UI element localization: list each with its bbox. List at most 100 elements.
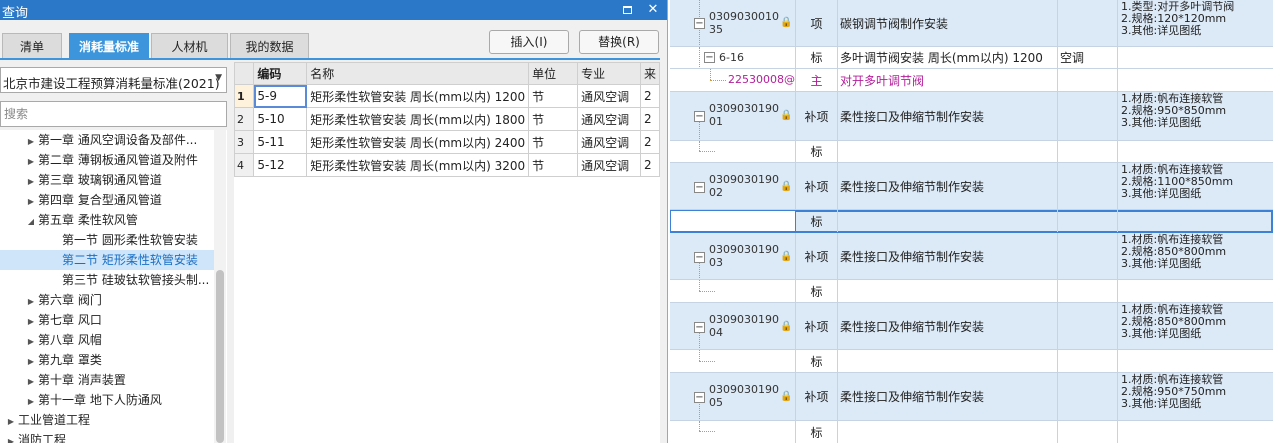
cell-major[interactable]: 通风空调 [577, 84, 641, 108]
cell-type[interactable]: 项 [796, 0, 838, 46]
cell-name[interactable] [838, 141, 1058, 162]
cell-type[interactable]: 主 [796, 69, 838, 91]
cell-name[interactable] [838, 280, 1058, 302]
table-row[interactable]: 2 5-10 矩形柔性软管安装 周长(mm以内) 1800 节 通风空调 2 [234, 107, 660, 131]
cell-name[interactable]: 矩形柔性软管安装 周长(mm以内) 2400 [306, 130, 530, 154]
cell-source[interactable]: 2 [639, 153, 660, 177]
cell-features[interactable] [1118, 421, 1273, 443]
cell-features[interactable] [1118, 350, 1273, 372]
cell-name[interactable]: 对开多叶调节阀 [838, 69, 1058, 91]
cell-major[interactable] [1058, 280, 1118, 302]
table-row[interactable]: 4 5-12 矩形柔性软管安装 周长(mm以内) 3200 节 通风空调 2 [234, 153, 660, 177]
cell-code[interactable]: 5-10 [253, 107, 308, 131]
dialog-title-bar[interactable]: 查询 ✕ [0, 0, 667, 21]
tree-node-chapter-5[interactable]: ◢ 第五章 柔性软风管 [24, 210, 138, 230]
cell-unit[interactable]: 节 [528, 84, 579, 108]
cell-name[interactable]: 柔性接口及伸缩节制作安装 [838, 303, 1058, 349]
tree-scrollbar-thumb[interactable] [216, 270, 224, 443]
cell-type[interactable]: 补项 [796, 373, 838, 420]
cell-name[interactable]: 碳钢调节阀制作安装 [838, 0, 1058, 46]
cell-code[interactable] [670, 141, 796, 162]
cell-features[interactable]: 1.材质:帆布连接软管 2.规格:850*800mm 3.其他:详见图纸 [1118, 303, 1273, 349]
table-row[interactable]: 1 5-9 矩形柔性软管安装 周长(mm以内) 1200 节 通风空调 2 [234, 84, 660, 108]
tree-node-chapter-11[interactable]: ▶ 第十一章 地下人防通风 [24, 390, 162, 410]
table-row-item[interactable]: − 0309030190 03 🔒 补项 柔性接口及伸缩节制作安装 1.材质:帆… [670, 233, 1273, 280]
tree-node-chapter-6[interactable]: ▶ 第六章 阀门 [24, 290, 102, 310]
tree-node-chapter-2[interactable]: ▶ 第二章 薄钢板通风管道及附件 [24, 150, 198, 170]
cell-code[interactable]: − 0309030190 03 🔒 [670, 233, 796, 279]
cell-code[interactable]: − 0309030190 05 🔒 [670, 373, 796, 420]
table-row-quota[interactable]: 标 [670, 280, 1273, 303]
table-row-item[interactable]: − 0309030190 01 🔒 补项 柔性接口及伸缩节制作安装 1.材质:帆… [670, 92, 1273, 141]
tree-node-chapter-7[interactable]: ▶ 第七章 风口 [24, 310, 102, 330]
cell-type[interactable]: 标 [796, 280, 838, 302]
cell-features[interactable] [1118, 210, 1273, 232]
search-input[interactable] [0, 101, 227, 127]
cell-features[interactable]: 1.类型:对开多叶调节阀 2.规格:120*120mm 3.其他:详见图纸 [1118, 0, 1273, 46]
cell-type[interactable]: 标 [796, 47, 838, 68]
cell-name[interactable]: 矩形柔性软管安装 周长(mm以内) 1800 [306, 107, 530, 131]
cell-type[interactable]: 补项 [796, 233, 838, 279]
cell-code-editing[interactable] [670, 210, 796, 232]
minus-box-icon[interactable]: − [694, 182, 705, 193]
cell-code[interactable]: 5-11 [253, 130, 308, 154]
cell-major[interactable] [1058, 0, 1118, 46]
cell-unit[interactable]: 节 [528, 130, 579, 154]
column-header-name[interactable]: 名称 [306, 62, 530, 85]
replace-button[interactable]: 替换(R) [579, 30, 659, 54]
cell-code[interactable]: − 6-16 [670, 47, 796, 68]
tree-node-section-3[interactable]: 第三节 硅玻钛软管接头制... [62, 270, 209, 290]
cell-major[interactable] [1058, 69, 1118, 91]
cell-major[interactable]: 通风空调 [577, 153, 641, 177]
table-row-item[interactable]: − 0309030010 35 🔒 项 碳钢调节阀制作安装 1.类型:对开多叶调… [670, 0, 1273, 47]
column-header-code[interactable]: 编码 [253, 62, 308, 85]
tab-bill[interactable]: 清单 [2, 33, 62, 59]
table-row-quota[interactable]: 标 [670, 421, 1273, 443]
tree-node-section-1[interactable]: 第一节 圆形柔性软管安装 [62, 230, 198, 250]
tree-node-chapter-8[interactable]: ▶ 第八章 风帽 [24, 330, 102, 350]
cell-type[interactable]: 补项 [796, 303, 838, 349]
cell-source[interactable]: 2 [639, 107, 660, 131]
cell-code[interactable]: − 0309030010 35 🔒 [670, 0, 796, 46]
column-header-source[interactable]: 来 [639, 62, 660, 85]
cell-name[interactable]: 矩形柔性软管安装 周长(mm以内) 3200 [306, 153, 530, 177]
minus-box-icon[interactable]: − [704, 52, 715, 63]
minus-box-icon[interactable]: − [694, 18, 705, 29]
tab-labor-material-machine[interactable]: 人材机 [151, 33, 228, 59]
cell-code[interactable] [670, 421, 796, 443]
cell-code[interactable]: 5-12 [253, 153, 308, 177]
tree-node-fire-protection[interactable]: ▶ 消防工程 [4, 430, 66, 443]
cell-major[interactable] [1058, 421, 1118, 443]
cell-major[interactable] [1058, 163, 1118, 209]
tree-node-chapter-10[interactable]: ▶ 第十章 消声装置 [24, 370, 126, 390]
cell-code[interactable] [670, 350, 796, 372]
tab-my-data[interactable]: 我的数据 [230, 33, 309, 59]
cell-type[interactable]: 补项 [796, 163, 838, 209]
cell-name[interactable]: 矩形柔性软管安装 周长(mm以内) 1200 [306, 84, 530, 108]
cell-code[interactable] [670, 280, 796, 302]
cell-type[interactable]: 补项 [796, 92, 838, 140]
cell-code[interactable]: 5-9 [253, 84, 308, 108]
insert-button[interactable]: 插入(I) [489, 30, 569, 54]
tree-node-section-2[interactable]: 第二节 矩形柔性软管安装 [0, 250, 214, 270]
table-row-quota[interactable]: 标 [670, 350, 1273, 373]
cell-major[interactable] [1058, 350, 1118, 372]
tree-node-chapter-1[interactable]: ▶ 第一章 通风空调设备及部件... [24, 130, 197, 150]
standard-select[interactable]: 北京市建设工程预算消耗量标准(2021) ▼ [0, 67, 227, 93]
cell-unit[interactable]: 节 [528, 153, 579, 177]
cell-source[interactable]: 2 [639, 84, 660, 108]
cell-name[interactable] [838, 421, 1058, 443]
cell-name[interactable]: 柔性接口及伸缩节制作安装 [838, 233, 1058, 279]
cell-code[interactable]: − 0309030190 04 🔒 [670, 303, 796, 349]
cell-features[interactable] [1118, 141, 1273, 162]
maximize-button[interactable] [618, 1, 636, 19]
close-button[interactable]: ✕ [644, 1, 662, 19]
cell-name[interactable]: 柔性接口及伸缩节制作安装 [838, 163, 1058, 209]
table-row-main-material[interactable]: 22530008@6 主 对开多叶调节阀 [670, 69, 1273, 92]
table-row[interactable]: 3 5-11 矩形柔性软管安装 周长(mm以内) 2400 节 通风空调 2 [234, 130, 660, 154]
column-header-major[interactable]: 专业 [577, 62, 641, 85]
cell-type[interactable]: 标 [796, 421, 838, 443]
cell-code[interactable]: − 0309030190 02 🔒 [670, 163, 796, 209]
table-row-item[interactable]: − 0309030190 02 🔒 补项 柔性接口及伸缩节制作安装 1.材质:帆… [670, 163, 1273, 210]
minus-box-icon[interactable]: − [694, 252, 705, 263]
